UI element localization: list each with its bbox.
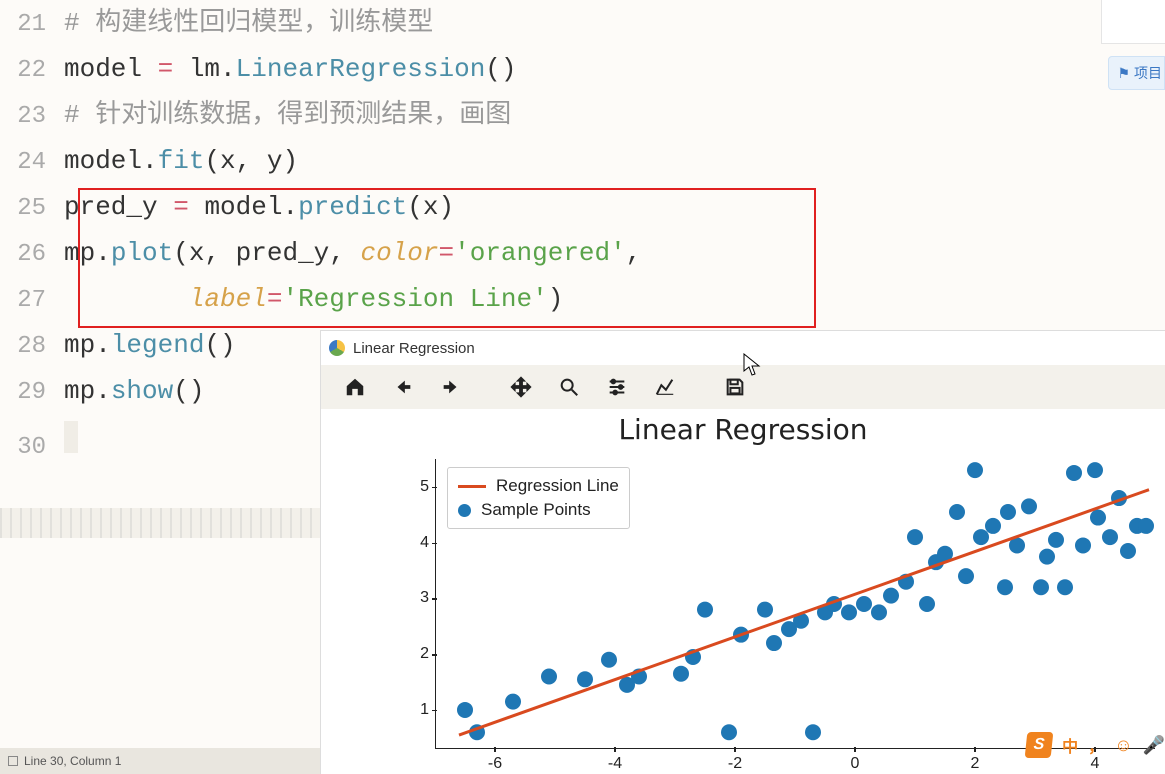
data-point (1090, 510, 1106, 526)
xtick: 0 (840, 755, 870, 773)
back-button[interactable] (381, 368, 425, 406)
save-button[interactable] (713, 368, 757, 406)
editor-ruler (0, 508, 320, 538)
data-point (601, 652, 617, 668)
data-point (985, 518, 1001, 534)
legend-entry-0: Regression Line (496, 476, 619, 496)
chart-title: Linear Regression (321, 409, 1165, 446)
data-point (1087, 462, 1103, 478)
data-point (457, 702, 473, 718)
data-point (949, 504, 965, 520)
forward-button[interactable] (429, 368, 473, 406)
ytick: 5 (405, 478, 429, 496)
data-point (1021, 498, 1037, 514)
matplotlib-icon (329, 340, 345, 356)
data-point (805, 724, 821, 740)
pan-button[interactable] (499, 368, 543, 406)
ime-mic-icon: 🎤 (1143, 735, 1165, 756)
gutter-26: 26 (0, 232, 64, 278)
ytick: 2 (405, 645, 429, 663)
ime-punct: ， (1088, 733, 1104, 757)
data-point (997, 579, 1013, 595)
statusbar-icon (8, 756, 18, 766)
statusbar-position: Line 30, Column 1 (24, 754, 121, 768)
data-point (919, 596, 935, 612)
data-point (1057, 579, 1073, 595)
configure-button[interactable] (595, 368, 639, 406)
data-point (1066, 465, 1082, 481)
data-point (973, 529, 989, 545)
xtick: 2 (960, 755, 990, 773)
gutter-27: 27 (0, 278, 64, 324)
data-point (1075, 537, 1091, 553)
data-point (958, 568, 974, 584)
data-point (841, 604, 857, 620)
data-point (1048, 532, 1064, 548)
data-point (577, 671, 593, 687)
mpl-toolbar (321, 365, 1165, 409)
legend-line-swatch (458, 485, 486, 488)
data-point (883, 588, 899, 604)
gutter-30: 30 (0, 425, 64, 471)
mpl-titlebar[interactable]: Linear Regression (321, 331, 1165, 365)
data-point (1039, 549, 1055, 565)
legend-dot-swatch (458, 504, 471, 517)
legend-entry-1: Sample Points (481, 500, 591, 520)
matplotlib-window[interactable]: Linear Regression Linear Regression 1 2 3 4… (320, 330, 1165, 774)
ime-lang: 中 (1062, 733, 1078, 757)
sogou-icon: S (1025, 732, 1054, 758)
data-point (757, 602, 773, 618)
data-point (673, 666, 689, 682)
data-point (697, 602, 713, 618)
comment: # 针对训练数据，得到预测结果，画图 (64, 100, 511, 130)
cursor-line (64, 421, 78, 453)
edit-axes-button[interactable] (643, 368, 687, 406)
gutter-29: 29 (0, 370, 64, 416)
xtick: -4 (600, 755, 630, 773)
gutter-24: 24 (0, 140, 64, 186)
gutter-21: 21 (0, 2, 64, 48)
gutter-28: 28 (0, 324, 64, 370)
ytick: 1 (405, 701, 429, 719)
gutter-23: 23 (0, 94, 64, 140)
ytick: 3 (405, 589, 429, 607)
home-button[interactable] (333, 368, 377, 406)
chart-legend: Regression Line Sample Points (447, 467, 630, 529)
data-point (907, 529, 923, 545)
data-point (1000, 504, 1016, 520)
zoom-button[interactable] (547, 368, 591, 406)
ime-indicator[interactable]: S 中 ， ☺ 🎤 (1026, 732, 1165, 758)
data-point (505, 694, 521, 710)
data-point (1033, 579, 1049, 595)
data-point (871, 604, 887, 620)
chart-area: Linear Regression 12345 -6-4-2024 Regres… (321, 409, 1165, 774)
data-point (967, 462, 983, 478)
xtick: -2 (720, 755, 750, 773)
gutter-25: 25 (0, 186, 64, 232)
data-point (856, 596, 872, 612)
data-point (1138, 518, 1154, 534)
editor-statusbar: Line 30, Column 1 (0, 748, 320, 774)
comment: # 构建线性回归模型，训练模型 (64, 8, 433, 38)
ime-smile-icon: ☺ (1114, 735, 1132, 756)
mpl-window-title: Linear Regression (353, 340, 475, 357)
data-point (1120, 543, 1136, 559)
gutter-22: 22 (0, 48, 64, 94)
data-point (766, 635, 782, 651)
ytick: 4 (405, 534, 429, 552)
xtick: -6 (480, 755, 510, 773)
data-point (721, 724, 737, 740)
data-point (541, 669, 557, 685)
data-point (1102, 529, 1118, 545)
